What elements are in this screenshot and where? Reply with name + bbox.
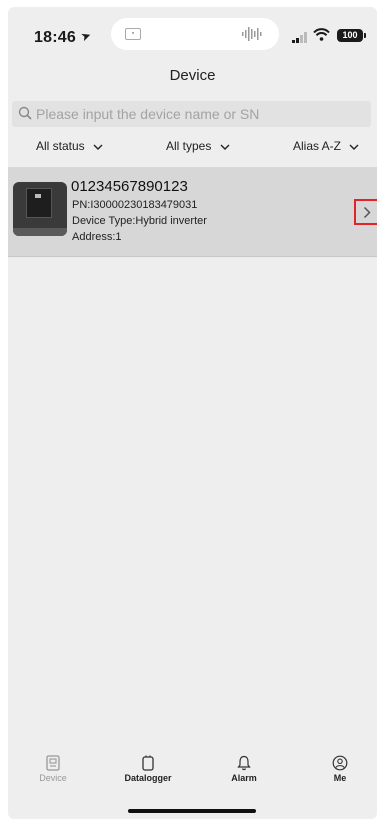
bell-icon (237, 755, 251, 771)
tab-me[interactable]: Me (310, 755, 370, 783)
tab-device-label: Device (39, 773, 67, 783)
types-filter-label: All types (166, 139, 212, 153)
tab-device[interactable]: Device (23, 755, 83, 783)
inverter-display (26, 188, 52, 218)
page-title: Device (169, 67, 216, 84)
sort-dropdown[interactable]: Alias A-Z (293, 139, 359, 153)
types-filter-dropdown[interactable]: All types (166, 139, 230, 153)
device-type: Device Type:Hybrid inverter (72, 215, 207, 227)
status-filter-label: All status (36, 139, 85, 153)
tab-datalogger[interactable]: Datalogger (118, 755, 178, 783)
dynamic-island: ▪ (111, 18, 279, 50)
app-activity-icon: ▪ (125, 28, 141, 40)
chevron-down-icon (93, 144, 103, 150)
tab-me-label: Me (333, 773, 347, 783)
search-bar[interactable] (12, 101, 371, 127)
app-screen: 18:46 ➤ ▪ 100 Device Please input the de… (8, 7, 377, 819)
tab-datalogger-label: Datalogger (124, 773, 172, 783)
filter-row: All status All types Alias A-Z (8, 127, 377, 167)
datalogger-icon (142, 755, 154, 771)
status-bar: 18:46 ➤ ▪ 100 (8, 7, 377, 55)
inverter-thumbnail (13, 182, 67, 236)
signal-icon (292, 32, 307, 43)
status-time: 18:46 (34, 29, 76, 46)
tab-alarm-label: Alarm (231, 773, 257, 783)
chevron-down-icon (349, 144, 359, 150)
bottom-tab-bar: Device Datalogger Alarm Me (8, 743, 377, 819)
search-input[interactable] (36, 103, 365, 125)
device-pn: PN:I30000230183479031 (72, 199, 198, 211)
location-arrow-icon: ➤ (78, 27, 94, 45)
tab-alarm[interactable]: Alarm (214, 755, 274, 783)
inverter-panel (35, 194, 41, 198)
chevron-down-icon (220, 144, 230, 150)
inverter-base (13, 228, 67, 236)
device-list-item[interactable]: 01234567890123 PN:I30000230183479031 Dev… (8, 167, 377, 257)
device-icon (46, 755, 60, 771)
device-serial-number: 01234567890123 (71, 178, 188, 195)
chevron-right-icon (363, 206, 371, 218)
device-address: Address:1 (72, 231, 122, 243)
status-filter-dropdown[interactable]: All status (36, 139, 103, 153)
user-icon (332, 755, 348, 771)
search-icon (18, 106, 32, 120)
sort-label: Alias A-Z (293, 139, 342, 153)
battery-icon: 100 (337, 29, 366, 42)
wifi-icon (313, 28, 330, 44)
home-indicator[interactable] (128, 809, 256, 813)
audio-wave-icon (242, 27, 262, 41)
device-detail-button[interactable] (354, 199, 377, 225)
